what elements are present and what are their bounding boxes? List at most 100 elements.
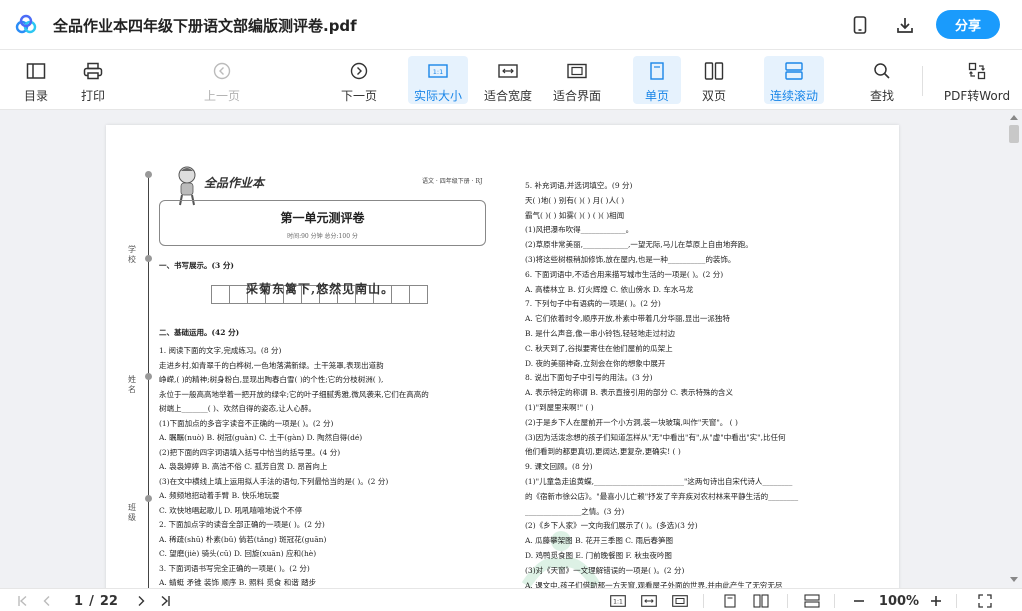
question-text: 5. 补充词语,并选词填空。(9 分) <box>525 181 633 190</box>
prev-page-small-icon[interactable] <box>40 592 54 610</box>
footer-divider <box>787 594 788 608</box>
grade-label: 语文 · 四年级下册 · RJ <box>422 178 483 185</box>
question-text: 走进乡村,如青翠千的白桦树,一色地落满新绿。土干笼罩,表现出道韵 <box>159 360 384 370</box>
brand-name: 全品作业本 <box>204 176 265 190</box>
question-text: B. 是什么声音,像一串小铃铛,轻轻地走过村边 <box>525 329 676 338</box>
svg-text:1:1: 1:1 <box>433 68 443 76</box>
double-page-small-icon[interactable] <box>752 592 770 610</box>
prev-page-button[interactable]: 上一页 <box>200 56 244 104</box>
question-text: (1)"儿童急走追黄蝶,________________________"这两句… <box>525 477 793 486</box>
question-text: 1. 阅读下面的文字,完成练习。(8 分) <box>159 346 282 355</box>
question-text: (2)把下面的四字词语填入括号中恰当的括号里。(4 分) <box>159 447 341 457</box>
section-heading: 二、基础运用。(42 分) <box>159 327 240 337</box>
question-text: C. 欢快地唱起歌儿 D. 吼吼嘻嘻地说个不停 <box>159 505 303 515</box>
question-text: D. 夜的美丽神奇,立刻会在你的想象中展开 <box>525 358 666 368</box>
fit-page-small-icon[interactable] <box>671 592 689 610</box>
question-text: 峥嵘,( )的精神;树身粉白,显现出陶春白雪( )的个性;它的分枝树洲( ), <box>159 375 384 384</box>
pdf-to-word-icon <box>965 59 989 83</box>
actual-size-button[interactable]: 1:1 实际大小 <box>408 56 468 104</box>
svg-text:1:1: 1:1 <box>613 599 623 606</box>
question-text: 6. 下面词语中,不适合用来描写城市生活的一项是( )。(2 分) <box>525 269 724 279</box>
binding-dot <box>145 373 152 380</box>
actual-size-icon: 1:1 <box>426 59 450 83</box>
scroll-up-arrow-icon[interactable] <box>1010 115 1018 120</box>
pdf-to-word-button[interactable]: PDF转Word <box>940 56 1014 104</box>
question-text: (2)《乡下人家》一文向我们展示了( )。(多选)(3 分) <box>525 521 698 531</box>
question-text: A. 频频地招动着手臂 B. 快乐地玩耍 <box>159 491 280 500</box>
margin-label-name: 姓名 <box>128 375 136 394</box>
double-page-button[interactable]: 双页 <box>692 56 736 104</box>
question-text: A. 高楼林立 B. 灯火辉煌 C. 依山傍水 D. 车水马龙 <box>525 284 694 294</box>
question-text: 霸气( )( ) 如雾( )( ) ( )( )相闻 <box>525 210 625 220</box>
continuous-scroll-button[interactable]: 连续滚动 <box>764 56 824 104</box>
poem-line: 采菊东篱下,悠然见南山。 <box>246 281 395 296</box>
question-text: A. 课文中,孩子们借助那一方天窗,观看屋子外面的世界,并由此产生了无穷无尽 <box>525 580 783 588</box>
first-page-icon[interactable] <box>16 592 30 610</box>
download-icon[interactable] <box>894 14 916 36</box>
question-text: (3)对《天窗》一文理解错误的一项是( )。(2 分) <box>525 565 685 575</box>
scroll-down-arrow-icon[interactable] <box>1010 577 1018 582</box>
test-title-box: 第一单元测评卷 时间:90 分钟 总分:100 分 <box>159 200 486 246</box>
margin-label-class: 班级 <box>128 503 136 522</box>
zoom-in-button[interactable] <box>929 592 943 610</box>
toolbar-divider <box>922 66 923 96</box>
vertical-scrollbar[interactable] <box>1006 111 1022 588</box>
actual-size-small-icon[interactable]: 1:1 <box>609 592 627 610</box>
question-text: A. 蜻蜓 矛锥 装饰 顺序 B. 照料 觅食 和谐 踏步 <box>159 578 317 587</box>
test-subtitle: 时间:90 分钟 总分:100 分 <box>287 233 358 240</box>
toolbar: 目录 打印 上一页 1 / 22 下一页 1:1 实际大小 适合宽度 适合界面 … <box>0 50 1022 144</box>
phone-icon[interactable] <box>849 14 871 36</box>
binding-line <box>148 173 149 588</box>
app-header: 全品作业本四年级下册语文部编版测评卷.pdf 分享 <box>0 0 1022 50</box>
zoom-level[interactable]: 100% <box>874 592 924 610</box>
question-text: 他们看到的都更真切,更阔达,更复杂,更确实! ( ) <box>525 447 681 457</box>
question-text: 树端上_______( )、欢然自得的姿态,让人心醉。 <box>159 404 316 413</box>
single-page-button[interactable]: 单页 <box>633 56 681 104</box>
question-text: 3. 下面词语书写完全正确的一项是( )。(2 分) <box>159 563 310 573</box>
footer-divider <box>956 594 957 608</box>
question-text: A. 袅袅婷婷 B. 高洁不俗 C. 孤芳自赏 D. 昂首向上 <box>159 462 328 471</box>
single-page-small-icon[interactable] <box>722 592 738 610</box>
double-page-icon <box>702 59 726 83</box>
next-page-small-icon[interactable] <box>134 592 148 610</box>
status-bar: 1 / 22 1:1 100% <box>0 588 1022 611</box>
question-text: A. 表示特定的称谓 B. 表示直接引用的部分 C. 表示特殊的含义 <box>525 388 733 398</box>
question-text: 7. 下列句子中有语病的一项是( )。(2 分) <box>525 299 661 309</box>
question-text: A. 瓜藤攀架图 B. 花开三季图 C. 雨后春笋图 <box>525 536 673 546</box>
question-text: (1)"到屋里来啊!" ( ) <box>525 403 594 412</box>
zoom-out-button[interactable] <box>852 592 866 610</box>
pdf-page: 学校 姓名 班级 全品作业本 语文 · 四年级下册 · RJ 第一单元测评卷 时… <box>106 125 899 588</box>
next-page-icon <box>347 59 371 83</box>
binding-dot <box>145 171 152 178</box>
continuous-scroll-icon <box>782 59 806 83</box>
question-text: A. 稀疏(shū) 朴素(bǔ) 倘若(tǎng) 斑冠花(guān) <box>159 534 327 544</box>
fit-width-button[interactable]: 适合宽度 <box>480 56 536 104</box>
outline-button[interactable]: 目录 <box>16 56 56 104</box>
scroll-thumb[interactable] <box>1009 125 1019 143</box>
search-button[interactable]: 查找 <box>860 56 904 104</box>
question-text: C. 秋天到了,谷拟要寄住在他们屋前的瓜架上 <box>525 343 673 353</box>
question-text: (2)于是乡下人在屋前开一个小方洞,装一块玻璃,叫作"天窗"。 ( ) <box>525 417 738 427</box>
footer-page-indicator[interactable]: 1 / 22 <box>66 592 126 610</box>
margin-label-school: 学校 <box>128 245 136 264</box>
test-title: 第一单元测评卷 <box>280 211 365 225</box>
pdf-viewer[interactable]: 学校 姓名 班级 全品作业本 语文 · 四年级下册 · RJ 第一单元测评卷 时… <box>0 111 1006 588</box>
question-text: 永位于一般高高地举着一把开放的绿伞;它的叶子细腻秀雅,微风袭来,它们在高高的 <box>159 389 429 399</box>
question-text: 的《宿新市徐公店》。"最喜小儿亡赖"抒发了辛弃疾对农村林来平静生活的______… <box>525 491 799 501</box>
question-text: C. 望磨(jiè) 骑头(cū) D. 回旋(xuān) 应和(hè) <box>159 549 317 558</box>
continuous-scroll-small-icon[interactable] <box>803 592 821 610</box>
fit-width-small-icon[interactable] <box>640 592 658 610</box>
share-button[interactable]: 分享 <box>936 10 1000 39</box>
footer-divider <box>834 594 835 608</box>
print-button[interactable]: 打印 <box>73 56 113 104</box>
question-text: D. 鸡鸭觅食图 E. 门前晚餐图 F. 秋虫夜吟图 <box>525 551 672 560</box>
section-heading: 一、书写展示。(3 分) <box>159 261 234 270</box>
next-page-button[interactable]: 下一页 <box>337 56 381 104</box>
question-text: 9. 课文回顾。(8 分) <box>525 462 593 472</box>
last-page-icon[interactable] <box>158 592 172 610</box>
fit-page-icon <box>565 59 589 83</box>
question-text: 2. 下面加点字的读音全部正确的一项是( )。(2 分) <box>159 520 325 529</box>
fit-width-icon <box>496 59 520 83</box>
fullscreen-icon[interactable] <box>977 592 993 610</box>
fit-page-button[interactable]: 适合界面 <box>549 56 605 104</box>
